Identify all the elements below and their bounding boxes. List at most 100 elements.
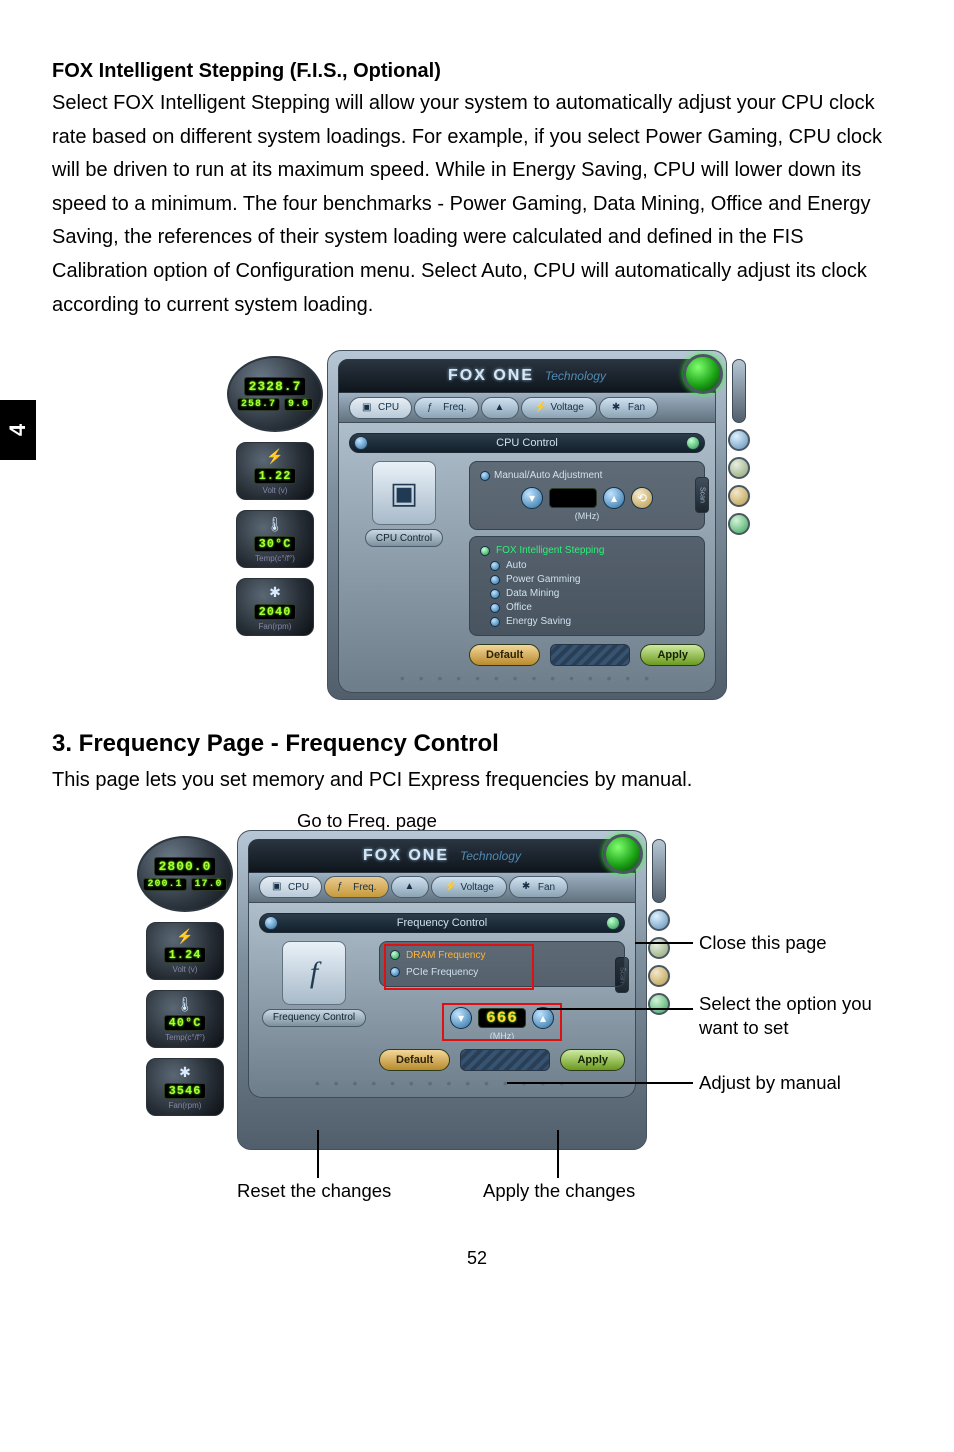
left-info-block: ▣ CPU Control bbox=[349, 461, 459, 666]
fis-option-auto[interactable]: Auto bbox=[490, 560, 694, 571]
increment-button[interactable]: ▴ bbox=[603, 487, 625, 509]
voltage-gauge: ⚡ 1.24 Volt (v) bbox=[146, 922, 224, 980]
multiplier-readout: 9.0 bbox=[284, 398, 313, 411]
left-block-label: CPU Control bbox=[365, 529, 443, 547]
minimize-window-button[interactable] bbox=[728, 457, 750, 479]
apply-button[interactable]: Apply bbox=[640, 644, 705, 666]
title-bar: FOX ONE Technology bbox=[248, 839, 636, 873]
left-info-block: f Frequency Control bbox=[259, 941, 369, 1071]
fis-panel-title: FOX Intelligent Stepping bbox=[496, 545, 604, 556]
leader-line bbox=[537, 1008, 693, 1010]
tab-freq-label: Freq. bbox=[353, 882, 376, 893]
fan-readout: 3546 bbox=[164, 1083, 207, 1099]
minimize-window-button[interactable] bbox=[648, 937, 670, 959]
fis-option-data-mining[interactable]: Data Mining bbox=[490, 588, 694, 599]
header-dot-left-icon bbox=[264, 916, 278, 930]
temperature-readout: 30°C bbox=[254, 536, 297, 552]
thermometer-icon: 🌡 bbox=[176, 995, 194, 1013]
content-title: CPU Control bbox=[496, 437, 558, 449]
radio-icon bbox=[490, 589, 500, 599]
bolt-icon: ⚡ bbox=[176, 927, 194, 945]
fsb-readout: 258.7 bbox=[237, 398, 280, 411]
app-logo: FOX ONE Technology bbox=[363, 847, 521, 865]
fis-option-power-gaming[interactable]: Power Gamming bbox=[490, 574, 694, 585]
reset-spin-button[interactable]: ⟲ bbox=[631, 487, 653, 509]
temperature-gauge: 🌡 40°C Temp(c°/f°) bbox=[146, 990, 224, 1048]
fan-readout: 2040 bbox=[254, 604, 297, 620]
tab-row: ▣CPU ƒFreq. ▲ ⚡Voltage ✱Fan bbox=[248, 873, 636, 903]
config-window-button[interactable] bbox=[648, 965, 670, 987]
tab-fan-label: Fan bbox=[538, 882, 555, 893]
fan-gauge: ✱ 2040 Fan(rpm) bbox=[236, 578, 314, 636]
content-frame: Scan Frequency Control f Frequency Contr… bbox=[248, 903, 636, 1098]
power-orb-icon[interactable] bbox=[603, 834, 643, 874]
close-window-button[interactable] bbox=[728, 429, 750, 451]
manual-mhz-value[interactable] bbox=[549, 488, 597, 508]
fan-gauge: ✱ 3546 Fan(rpm) bbox=[146, 1058, 224, 1116]
content-header: CPU Control bbox=[349, 433, 705, 453]
leader-line bbox=[507, 1082, 693, 1084]
voltage-readout: 1.24 bbox=[164, 947, 207, 963]
fis-body-text: Select FOX Intelligent Stepping will all… bbox=[52, 87, 902, 322]
leader-line bbox=[635, 942, 693, 944]
rail-strip-icon bbox=[652, 839, 666, 903]
callout-apply: Apply the changes bbox=[483, 1180, 635, 1202]
power-orb-icon[interactable] bbox=[683, 354, 723, 394]
tab-voltage[interactable]: ⚡Voltage bbox=[431, 876, 506, 898]
temperature-readout: 40°C bbox=[164, 1015, 207, 1031]
help-window-button[interactable] bbox=[728, 513, 750, 535]
radio-icon bbox=[490, 575, 500, 585]
tab-limit[interactable]: ▲ bbox=[481, 397, 519, 419]
chip-icon: ▣ bbox=[362, 402, 374, 414]
fis-option-energy-saving[interactable]: Energy Saving bbox=[490, 616, 694, 627]
fan-icon: ✱ bbox=[176, 1063, 194, 1081]
logo-word: FOX ONE bbox=[363, 847, 449, 865]
chapter-side-tab: 4 bbox=[0, 400, 36, 460]
section-3-body: This page lets you set memory and PCI Ex… bbox=[52, 764, 902, 798]
default-button[interactable]: Default bbox=[469, 644, 540, 666]
leader-line bbox=[557, 1130, 559, 1178]
tab-fan[interactable]: ✱Fan bbox=[599, 397, 658, 419]
config-window-button[interactable] bbox=[728, 485, 750, 507]
voltage-gauge: ⚡ 1.22 Volt (v) bbox=[236, 442, 314, 500]
tab-limit[interactable]: ▲ bbox=[391, 876, 429, 898]
help-window-button[interactable] bbox=[648, 993, 670, 1015]
header-dot-right-icon[interactable] bbox=[686, 436, 700, 450]
callout-close: Close this page bbox=[699, 932, 827, 954]
content-title: Frequency Control bbox=[397, 917, 488, 929]
scan-toggle[interactable]: Scan bbox=[695, 477, 709, 513]
fis-option-office[interactable]: Office bbox=[490, 602, 694, 613]
window-control-rail bbox=[646, 839, 672, 1015]
default-button[interactable]: Default bbox=[379, 1049, 450, 1071]
fis-heading: FOX Intelligent Stepping (F.I.S., Option… bbox=[52, 60, 902, 83]
gauge-column: 2800.0 200.1 17.0 ⚡ 1.24 Volt (v) 🌡 40°C… bbox=[137, 830, 233, 1116]
tab-freq[interactable]: ƒFreq. bbox=[414, 397, 479, 419]
tab-freq[interactable]: ƒFreq. bbox=[324, 876, 389, 898]
apply-button[interactable]: Apply bbox=[560, 1049, 625, 1071]
voltage-label: Volt (v) bbox=[263, 486, 288, 495]
section-3-heading: 3. Frequency Page - Frequency Control bbox=[52, 730, 902, 758]
chip-icon: ▣ bbox=[272, 881, 284, 893]
decorative-wave-icon bbox=[550, 644, 630, 666]
radio-icon[interactable] bbox=[480, 546, 490, 556]
voltage-label: Volt (v) bbox=[173, 965, 198, 974]
page-number: 52 bbox=[52, 1248, 902, 1269]
temperature-label: Temp(c°/f°) bbox=[255, 554, 295, 563]
thermometer-icon: 🌡 bbox=[266, 516, 284, 534]
tab-cpu[interactable]: ▣CPU bbox=[259, 876, 322, 898]
fan-icon: ✱ bbox=[266, 584, 284, 602]
tab-voltage-label: Voltage bbox=[550, 402, 583, 413]
decrement-button[interactable]: ▾ bbox=[521, 487, 543, 509]
radio-icon[interactable] bbox=[480, 471, 490, 481]
main-panel: FOX ONE Technology ▣CPU ƒFreq. ▲ ⚡Voltag… bbox=[327, 350, 727, 700]
fis-panel: FOX Intelligent Stepping Auto Power Gamm… bbox=[469, 536, 705, 636]
left-block-label: Frequency Control bbox=[262, 1009, 366, 1027]
tab-voltage[interactable]: ⚡Voltage bbox=[521, 397, 596, 419]
tab-freq-label: Freq. bbox=[443, 402, 466, 413]
tab-fan[interactable]: ✱Fan bbox=[509, 876, 568, 898]
close-window-button[interactable] bbox=[648, 909, 670, 931]
voltage-readout: 1.22 bbox=[254, 468, 297, 484]
tab-cpu[interactable]: ▣CPU bbox=[349, 397, 412, 419]
freq-options-panel: DRAM Frequency PCIe Frequency bbox=[379, 941, 625, 987]
close-page-button[interactable] bbox=[606, 916, 620, 930]
